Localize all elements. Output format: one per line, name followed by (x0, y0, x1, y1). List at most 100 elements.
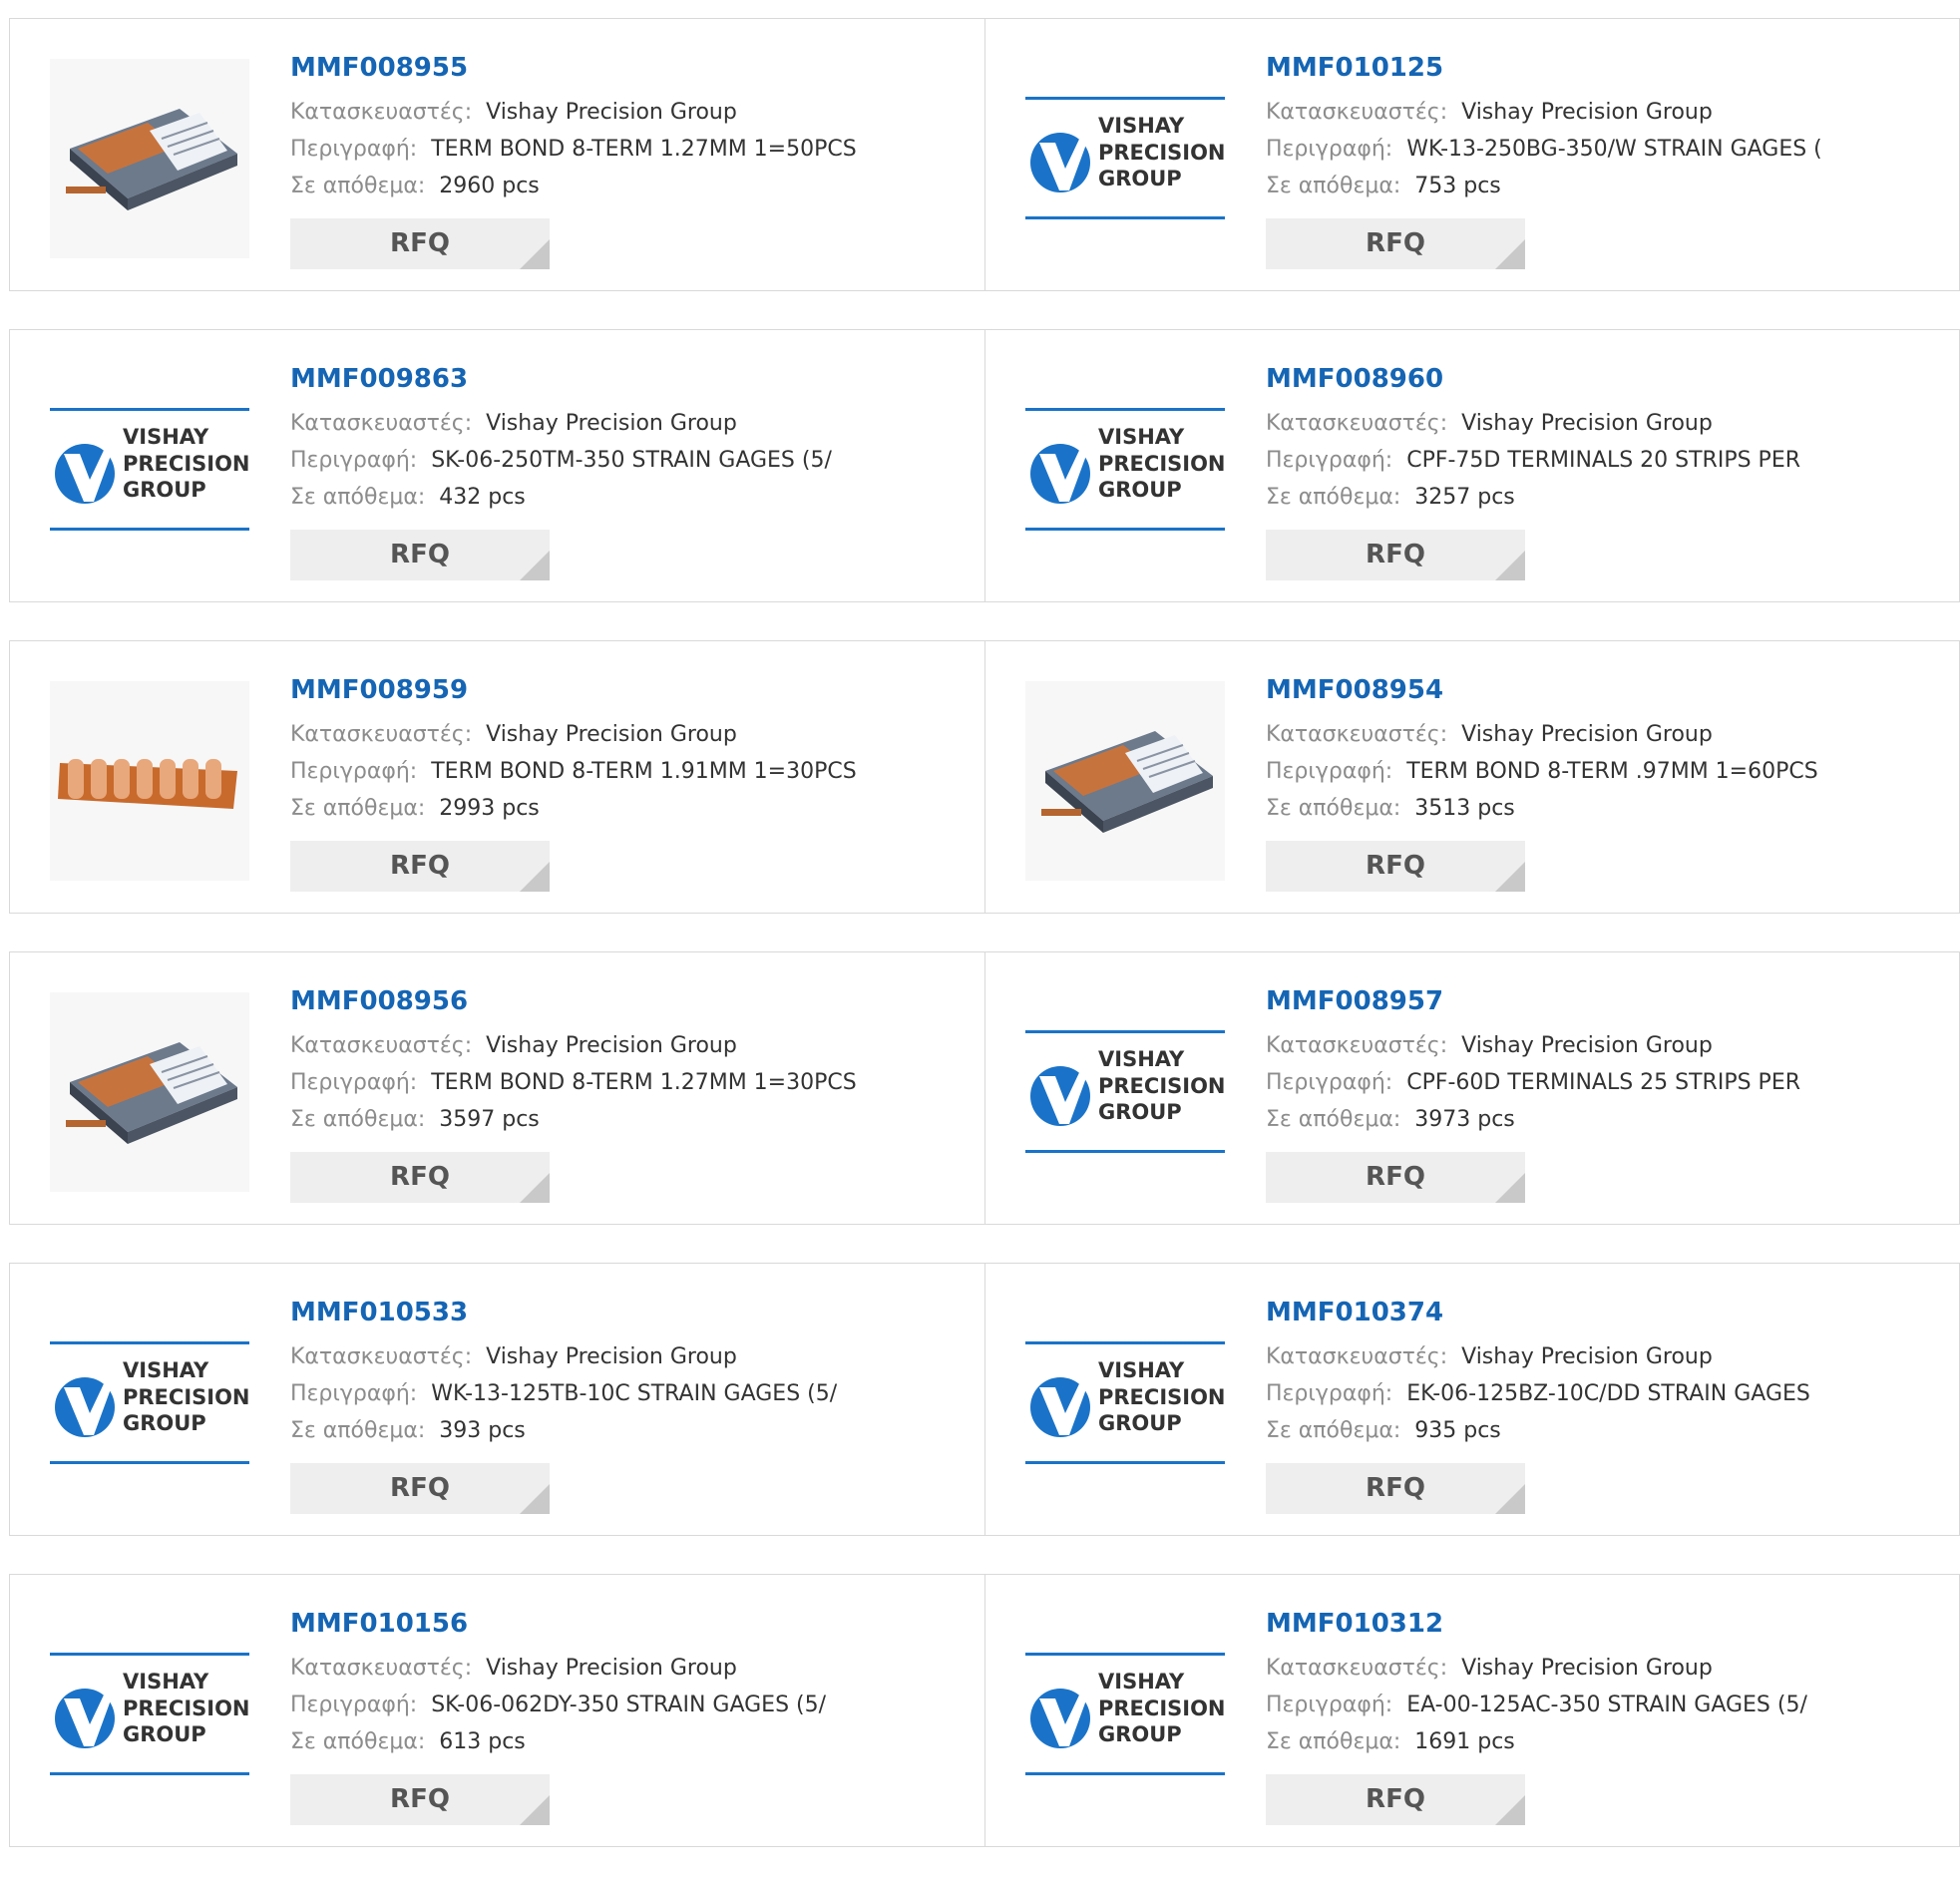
stock-label: Σε απόθεμα: (1266, 174, 1401, 198)
vpg-logo-icon: VISHAYPRECISIONGROUP (1025, 992, 1225, 1192)
rfq-button[interactable]: RFQ (1266, 1463, 1525, 1514)
svg-text:PRECISION: PRECISION (1098, 141, 1225, 165)
part-number-link[interactable]: MMF008954 (1266, 673, 1949, 707)
manufacturer-value: Vishay Precision Group (1461, 100, 1713, 125)
product-card: VISHAY PRECISION GROUP MMF008960 Κατασκευαστ… (984, 330, 1959, 601)
description-line: Περιγραφή: SK-06-250TM-350 STRAIN GAGES (… (290, 442, 975, 479)
rfq-label: RFQ (390, 851, 450, 881)
manufacturer-label: Κατασκευαστές: (290, 1033, 473, 1058)
rfq-button[interactable]: RFQ (290, 1463, 550, 1514)
stock-value: 3513 pcs (1414, 796, 1515, 821)
product-image[interactable] (50, 681, 249, 881)
svg-text:GROUP: GROUP (1098, 167, 1182, 190)
product-info: MMF008957 Κατασκευαστές: Vishay Precision … (1266, 984, 1949, 1138)
rfq-button[interactable]: RFQ (290, 1774, 550, 1825)
stock-label: Σε απόθεμα: (1266, 485, 1401, 510)
part-number-link[interactable]: MMF008955 (290, 51, 975, 85)
stock-label: Σε απόθεμα: (1266, 796, 1401, 821)
part-number-link[interactable]: MMF008956 (290, 984, 975, 1018)
description-value: WK-13-250BG-350/W STRAIN GAGES ( (1406, 137, 1822, 162)
description-label: Περιγραφή: (290, 448, 418, 473)
product-image[interactable] (50, 59, 249, 258)
rfq-button[interactable]: RFQ (290, 841, 550, 892)
rfq-button[interactable]: RFQ (1266, 1774, 1525, 1825)
rfq-button[interactable]: RFQ (290, 530, 550, 580)
manufacturer-value: Vishay Precision Group (1461, 1033, 1713, 1058)
rfq-label: RFQ (1366, 1784, 1425, 1814)
svg-text:VISHAY: VISHAY (123, 1358, 209, 1382)
rfq-button[interactable]: RFQ (1266, 1152, 1525, 1203)
part-number-link[interactable]: MMF009863 (290, 362, 975, 396)
vpg-logo-icon: VISHAYPRECISIONGROUP (50, 1615, 249, 1814)
product-card: MMF008959 Κατασκευαστές: Vishay Precision … (10, 641, 984, 913)
description-value: CPF-75D TERMINALS 20 STRIPS PER (1406, 448, 1801, 473)
product-box-image (50, 59, 249, 258)
product-card: MMF008955 Κατασκευαστές: Vishay Precision … (10, 19, 984, 290)
description-value: SK-06-250TM-350 STRAIN GAGES (5/ (431, 448, 832, 473)
manufacturer-line: Κατασκευαστές: Vishay Precision Group (290, 1027, 975, 1064)
rfq-button[interactable]: RFQ (290, 218, 550, 269)
manufacturer-line: Κατασκευαστές: Vishay Precision Group (1266, 94, 1949, 131)
part-number-link[interactable]: MMF008960 (1266, 362, 1949, 396)
rfq-label: RFQ (1366, 1473, 1425, 1503)
stock-label: Σε απόθεμα: (290, 1107, 426, 1132)
corner-triangle-icon (520, 1795, 550, 1825)
corner-triangle-icon (1495, 862, 1525, 892)
stock-line: Σε απόθεμα: 1691 pcs (1266, 1723, 1949, 1760)
part-number-link[interactable]: MMF010374 (1266, 1296, 1949, 1329)
vpg-logo-icon: VISHAYPRECISIONGROUP (1025, 59, 1225, 258)
svg-text:VISHAY: VISHAY (1098, 1047, 1185, 1071)
stock-label: Σε απόθεμα: (1266, 1418, 1401, 1443)
svg-text:VISHAY: VISHAY (1098, 1358, 1185, 1382)
corner-triangle-icon (520, 239, 550, 269)
product-image[interactable] (50, 992, 249, 1192)
product-image[interactable]: VISHAY PRECISION GROUP (50, 1304, 249, 1503)
stock-line: Σε απόθεμα: 753 pcs (1266, 168, 1949, 204)
svg-text:VISHAY: VISHAY (1098, 425, 1185, 449)
product-image[interactable] (1025, 681, 1225, 881)
stock-line: Σε απόθεμα: 3973 pcs (1266, 1101, 1949, 1138)
stock-label: Σε απόθεμα: (290, 174, 426, 198)
product-info: MMF008956 Κατασκευαστές: Vishay Precision … (290, 984, 975, 1138)
product-image[interactable]: VISHAY PRECISION GROUP (1025, 370, 1225, 569)
product-image[interactable]: VISHAY PRECISION GROUP (50, 370, 249, 569)
stock-label: Σε απόθεμα: (1266, 1729, 1401, 1754)
part-number-link[interactable]: MMF010533 (290, 1296, 975, 1329)
stock-line: Σε απόθεμα: 2960 pcs (290, 168, 975, 204)
part-number-link[interactable]: MMF008959 (290, 673, 975, 707)
rfq-label: RFQ (390, 1784, 450, 1814)
description-value: EA-00-125AC-350 STRAIN GAGES (5/ (1406, 1693, 1807, 1717)
manufacturer-value: Vishay Precision Group (486, 1344, 737, 1369)
manufacturer-value: Vishay Precision Group (1461, 411, 1713, 436)
product-row: MMF008959 Κατασκευαστές: Vishay Precision … (9, 640, 1960, 914)
part-number-link[interactable]: MMF010156 (290, 1607, 975, 1641)
manufacturer-label: Κατασκευαστές: (1266, 1033, 1448, 1058)
part-number-link[interactable]: MMF010125 (1266, 51, 1949, 85)
product-image[interactable]: VISHAY PRECISION GROUP (1025, 59, 1225, 258)
manufacturer-label: Κατασκευαστές: (1266, 722, 1448, 747)
rfq-button[interactable]: RFQ (1266, 841, 1525, 892)
product-image[interactable]: VISHAY PRECISION GROUP (50, 1615, 249, 1814)
product-image[interactable]: VISHAY PRECISION GROUP (1025, 992, 1225, 1192)
product-card: VISHAY PRECISION GROUP MMF010156 Κατασκευαστ… (10, 1575, 984, 1846)
stock-value: 2960 pcs (439, 174, 540, 198)
description-value: TERM BOND 8-TERM 1.27MM 1=50PCS (431, 137, 857, 162)
product-image[interactable]: VISHAY PRECISION GROUP (1025, 1615, 1225, 1814)
product-info: MMF008960 Κατασκευαστές: Vishay Precision … (1266, 362, 1949, 516)
rfq-button[interactable]: RFQ (290, 1152, 550, 1203)
corner-triangle-icon (1495, 239, 1525, 269)
product-info: MMF009863 Κατασκευαστές: Vishay Precision … (290, 362, 975, 516)
part-number-link[interactable]: MMF008957 (1266, 984, 1949, 1018)
description-value: CPF-60D TERMINALS 25 STRIPS PER (1406, 1070, 1801, 1095)
rfq-button[interactable]: RFQ (1266, 218, 1525, 269)
product-image[interactable]: VISHAY PRECISION GROUP (1025, 1304, 1225, 1503)
stock-line: Σε απόθεμα: 3513 pcs (1266, 790, 1949, 827)
part-number-link[interactable]: MMF010312 (1266, 1607, 1949, 1641)
manufacturer-value: Vishay Precision Group (486, 1033, 737, 1058)
description-line: Περιγραφή: CPF-75D TERMINALS 20 STRIPS PE… (1266, 442, 1949, 479)
manufacturer-label: Κατασκευαστές: (1266, 411, 1448, 436)
rfq-button[interactable]: RFQ (1266, 530, 1525, 580)
vpg-logo-icon: VISHAYPRECISIONGROUP (50, 370, 249, 569)
stock-value: 3597 pcs (439, 1107, 540, 1132)
description-value: SK-06-062DY-350 STRAIN GAGES (5/ (431, 1693, 827, 1717)
